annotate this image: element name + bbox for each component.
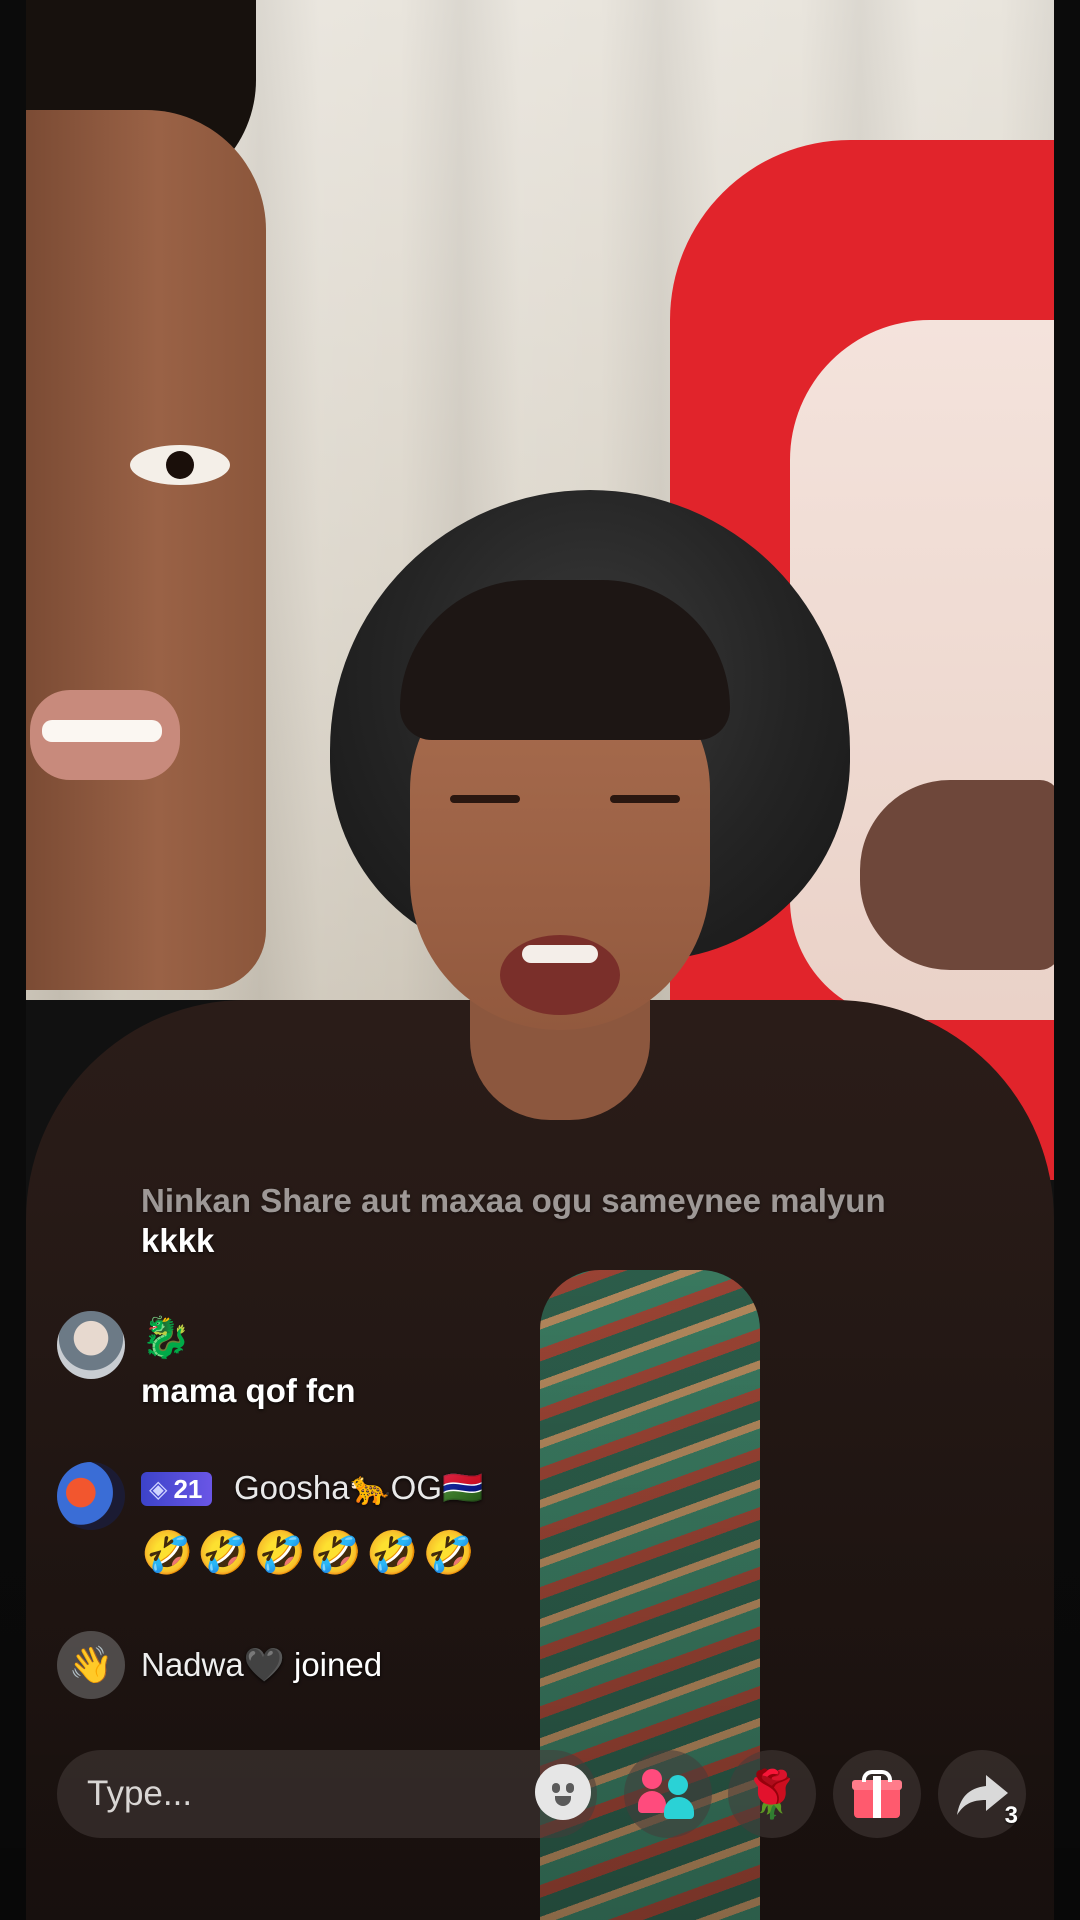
joined-label: joined	[293, 1646, 383, 1683]
diamond-icon: ◈	[149, 1475, 168, 1503]
chat-message-text: 🤣🤣🤣🤣🤣🤣	[141, 1529, 479, 1576]
host-mouth	[500, 935, 620, 1015]
level-badge: ◈ 21	[141, 1472, 213, 1506]
left-guest-eye	[130, 445, 230, 485]
join-notification: Nadwa🖤 joined	[141, 1646, 382, 1685]
dragon-icon: 🐉	[141, 1316, 191, 1360]
right-guest-hand	[860, 780, 1060, 970]
share-count: 3	[1004, 1802, 1018, 1829]
avatar[interactable]	[57, 1311, 125, 1379]
emoji-eye	[566, 1783, 574, 1793]
left-guest-face	[26, 110, 266, 990]
chat-message-text: Ninkan Share aut maxaa ogu sameynee maly…	[141, 1182, 886, 1219]
rose-gift-button[interactable]: 🌹	[728, 1750, 816, 1838]
chat-message-text: mama qof fcn	[141, 1372, 356, 1409]
host-eyes	[450, 795, 680, 805]
wave-icon: 👋	[57, 1631, 125, 1699]
level-number: 21	[173, 1473, 203, 1504]
emoji-eye	[552, 1783, 560, 1793]
share-button[interactable]: 3	[938, 1750, 1026, 1838]
gift-button[interactable]	[833, 1750, 921, 1838]
rose-icon: 🌹	[743, 1768, 801, 1820]
emoji-mouth	[555, 1796, 571, 1806]
chat-message-text-continued: kkkk	[141, 1222, 215, 1259]
live-video	[0, 0, 1080, 1920]
left-guest-mouth	[30, 690, 180, 780]
joined-username[interactable]: Nadwa🖤	[141, 1646, 285, 1683]
comment-input-placeholder: Type...	[87, 1774, 193, 1813]
chat-username[interactable]: Goosha🐆OG🇬🇲	[234, 1469, 483, 1508]
multi-guest-button[interactable]	[624, 1750, 712, 1838]
comment-input[interactable]: Type...	[57, 1750, 597, 1838]
avatar[interactable]	[57, 1462, 125, 1530]
gift-icon	[852, 1770, 902, 1818]
emoji-icon[interactable]	[535, 1764, 591, 1820]
guests-icon	[638, 1769, 698, 1819]
share-icon	[952, 1769, 1012, 1819]
